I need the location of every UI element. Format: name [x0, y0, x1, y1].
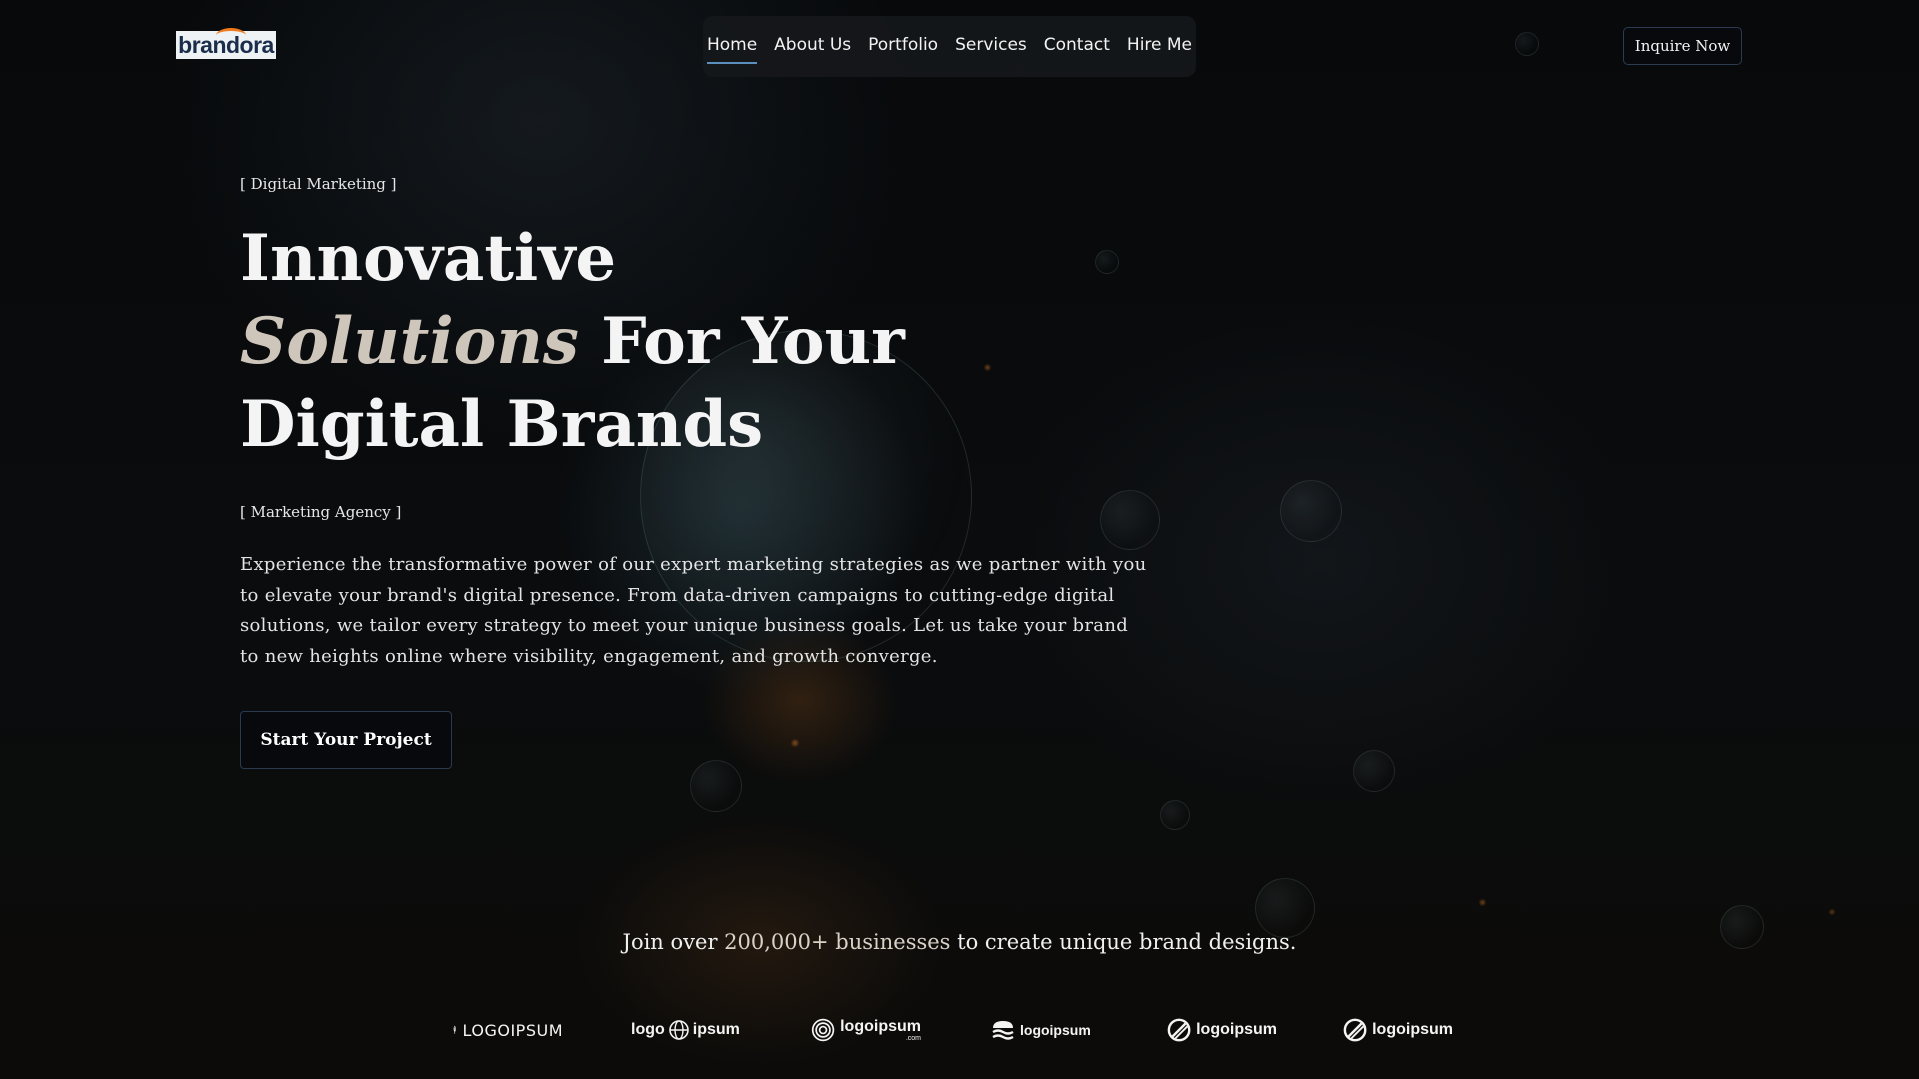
client-logo: logoipsum [991, 1020, 1101, 1040]
client-logo-subtext: .com [905, 1034, 921, 1042]
client-logo: logoipsum [1343, 1017, 1453, 1043]
client-logo-text: LOGOIPSUM [462, 1020, 563, 1040]
client-logo: logo ipsum [631, 1019, 741, 1041]
bubble-decoration [1255, 878, 1315, 938]
nav-link-services[interactable]: Services [955, 35, 1027, 58]
client-logo: logoipsum .com [811, 1016, 921, 1044]
client-logo-text: logoipsum [1372, 1021, 1453, 1038]
hero-subtag: [ Marketing Agency ] [240, 503, 402, 521]
social-proof-highlight: 200,000+ businesses [724, 930, 951, 954]
brand-logo[interactable]: brandora [176, 27, 276, 59]
spiral-icon [811, 1018, 835, 1042]
bubble-decoration [1095, 250, 1119, 274]
client-logos: LOGOIPSUM logo ipsum logoipsum .com logo… [453, 1016, 1453, 1044]
social-proof-prefix: Join over [622, 930, 725, 954]
inquire-now-button[interactable]: Inquire Now [1623, 27, 1742, 65]
social-proof-text: Join over 200,000+ businesses to create … [0, 930, 1919, 954]
client-logo-text: logoipsum [840, 1017, 921, 1035]
nav-link-about-us[interactable]: About Us [774, 35, 851, 58]
start-project-button[interactable]: Start Your Project [240, 711, 452, 769]
bubble-decoration [1100, 490, 1160, 550]
nav-link-home[interactable]: Home [706, 35, 758, 64]
nav-link-hire-me[interactable]: Hire Me [1127, 35, 1192, 58]
bubble-decoration [690, 760, 742, 812]
hero-headline: Innovative Solutions For Your Digital Br… [240, 217, 940, 466]
bubble-decoration [1353, 750, 1395, 792]
client-logo-text: logo [631, 1021, 665, 1038]
client-logo: LOGOIPSUM [453, 1016, 563, 1044]
slashed-circle-icon [1343, 1018, 1367, 1042]
client-logo-text: ipsum [692, 1021, 740, 1038]
hero-description: Experience the transformative power of o… [240, 554, 1147, 667]
feather-icon [453, 1025, 456, 1034]
social-proof-suffix: to create unique brand designs. [950, 930, 1297, 954]
headline-italic-word: Solutions [240, 304, 579, 379]
waves-icon [992, 1021, 1014, 1040]
bubble-decoration [1160, 800, 1190, 830]
client-logo: logoipsum [1167, 1017, 1277, 1043]
nav-link-portfolio[interactable]: Portfolio [868, 35, 938, 58]
logo-text: brandora [178, 31, 274, 58]
headline-line-2-rest: For Your [578, 304, 905, 379]
headline-line-1: Innovative [240, 221, 617, 296]
light-decoration [792, 740, 798, 746]
slashed-circle-icon [1167, 1018, 1191, 1042]
nav-link-contact[interactable]: Contact [1044, 35, 1110, 58]
bubble-decoration [1515, 32, 1539, 56]
light-decoration [985, 365, 990, 370]
headline-line-3: Digital Brands [240, 387, 764, 462]
bubble-decoration [1280, 480, 1342, 542]
globe-icon [668, 1020, 689, 1040]
light-decoration [1480, 900, 1485, 905]
client-logo-text: logoipsum [1020, 1022, 1091, 1038]
light-decoration [1830, 910, 1834, 914]
hero-tag: [ Digital Marketing ] [240, 175, 397, 193]
client-logo-text: logoipsum [1196, 1021, 1277, 1038]
main-navigation: Home About Us Portfolio Services Contact… [703, 16, 1196, 77]
